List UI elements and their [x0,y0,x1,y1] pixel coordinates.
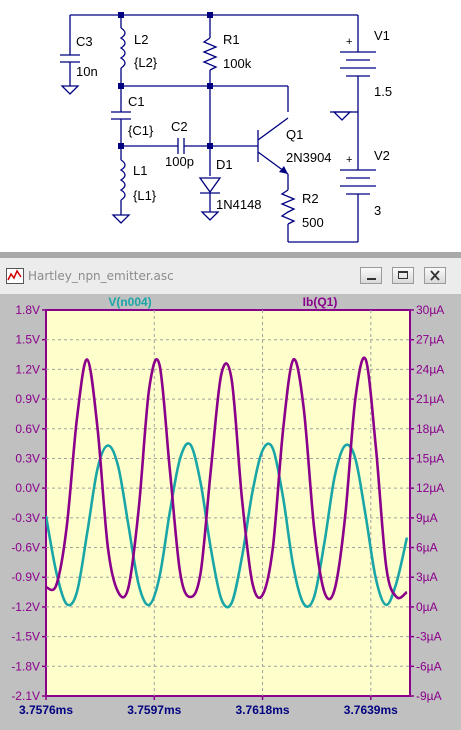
q1-value: 2N3904 [286,150,332,165]
right-tick-label: -9µA [416,689,442,703]
r1-value: 100k [223,56,252,71]
left-tick-label: 1.5V [15,333,40,347]
right-tick-label: 12µA [416,481,444,495]
left-tick-label: 0.6V [15,422,40,436]
r2-label: R2 [302,191,319,206]
schematic-panel[interactable]: C3 10n L2 {L2} R1 100k C1 {C1} C2 100p Q… [0,0,461,252]
left-tick-label: 0.9V [15,392,40,406]
right-tick-label: 3µA [416,570,438,584]
right-tick-label: -3µA [416,630,442,644]
right-tick-label: 0µA [416,600,438,614]
l2-value: {L2} [134,55,158,70]
close-icon [430,270,440,281]
emitter-arrow-icon [279,166,288,174]
left-tick-label: 0.3V [15,451,40,465]
waveform-app-icon [6,268,24,284]
c1-value: {C1} [128,123,154,138]
x-tick-label: 3.7597ms [127,703,181,717]
window-title: Hartley_npn_emitter.asc [28,269,174,283]
plot-frame[interactable]: 1.8V 1.5V 1.2V 0.9V 0.6V 0.3V 0.0V -0.3V -0.6V -0… [0,294,461,730]
l1-value: {L1} [133,188,157,203]
right-tick-label: -6µA [416,659,442,673]
left-tick-label: -2.1V [11,689,40,703]
d1-value: 1N4148 [216,197,262,212]
l1-label: L1 [133,163,147,178]
right-tick-label: 24µA [416,362,444,376]
c3-value: 10n [76,64,98,79]
restore-icon [398,271,408,279]
restore-button[interactable] [392,267,414,284]
right-axis[interactable]: 30µA 27µA 24µA 21µA 18µA 15µA 12µA 9µA 6µA 3µA 0µA… [410,303,444,703]
q1-label: Q1 [286,127,303,142]
v2-label: V2 [374,148,390,163]
c2-value: 100p [165,154,194,169]
right-tick-label: 18µA [416,422,444,436]
v1-label: V1 [374,28,390,43]
x-axis[interactable]: 3.7576ms 3.7597ms 3.7618ms 3.7639ms [19,696,398,717]
minimize-icon [367,278,376,280]
left-tick-label: -0.3V [11,511,40,525]
right-tick-label: 27µA [416,333,444,347]
c2-label: C2 [171,119,188,134]
close-button[interactable] [424,267,446,284]
v1-plus: + [346,36,352,48]
minimize-button[interactable] [360,267,382,284]
x-tick-label: 3.7576ms [19,703,73,717]
legend-v-n004[interactable]: V(n004) [108,295,151,309]
right-tick-label: 21µA [416,392,444,406]
legend-ib-q1[interactable]: Ib(Q1) [303,295,338,309]
v2-plus: + [346,154,352,166]
l2-label: L2 [134,32,148,47]
r2-value: 500 [302,215,324,230]
v2-value: 3 [374,203,381,218]
left-tick-label: 1.2V [15,362,40,376]
left-tick-label: 0.0V [15,481,40,495]
x-tick-label: 3.7618ms [236,703,290,717]
c1-label: C1 [128,94,145,109]
right-tick-label: 30µA [416,303,444,317]
schematic-canvas[interactable]: C3 10n L2 {L2} R1 100k C1 {C1} C2 100p Q… [0,0,461,252]
x-tick-label: 3.7639ms [344,703,398,717]
r1-label: R1 [223,32,240,47]
left-tick-label: -1.5V [11,630,40,644]
window-titlebar[interactable]: Hartley_npn_emitter.asc [0,258,461,294]
left-tick-label: -1.2V [11,600,40,614]
left-tick-label: -0.6V [11,541,40,555]
right-tick-label: 9µA [416,511,438,525]
left-tick-label: -0.9V [11,570,40,584]
waveform-window[interactable]: Hartley_npn_emitter.asc 1.8V 1.5V 1.2V 0.9V… [0,258,461,730]
left-tick-label: 1.8V [15,303,40,317]
v1-value: 1.5 [374,84,392,99]
left-tick-label: -1.8V [11,659,40,673]
left-axis[interactable]: 1.8V 1.5V 1.2V 0.9V 0.6V 0.3V 0.0V -0.3V -0.6V -0… [11,303,46,703]
right-tick-label: 6µA [416,541,438,555]
right-tick-label: 15µA [416,451,444,465]
c3-label: C3 [76,34,93,49]
d1-label: D1 [216,157,233,172]
waveform-plot[interactable]: 1.8V 1.5V 1.2V 0.9V 0.6V 0.3V 0.0V -0.3V -0.6V -0… [0,294,461,730]
